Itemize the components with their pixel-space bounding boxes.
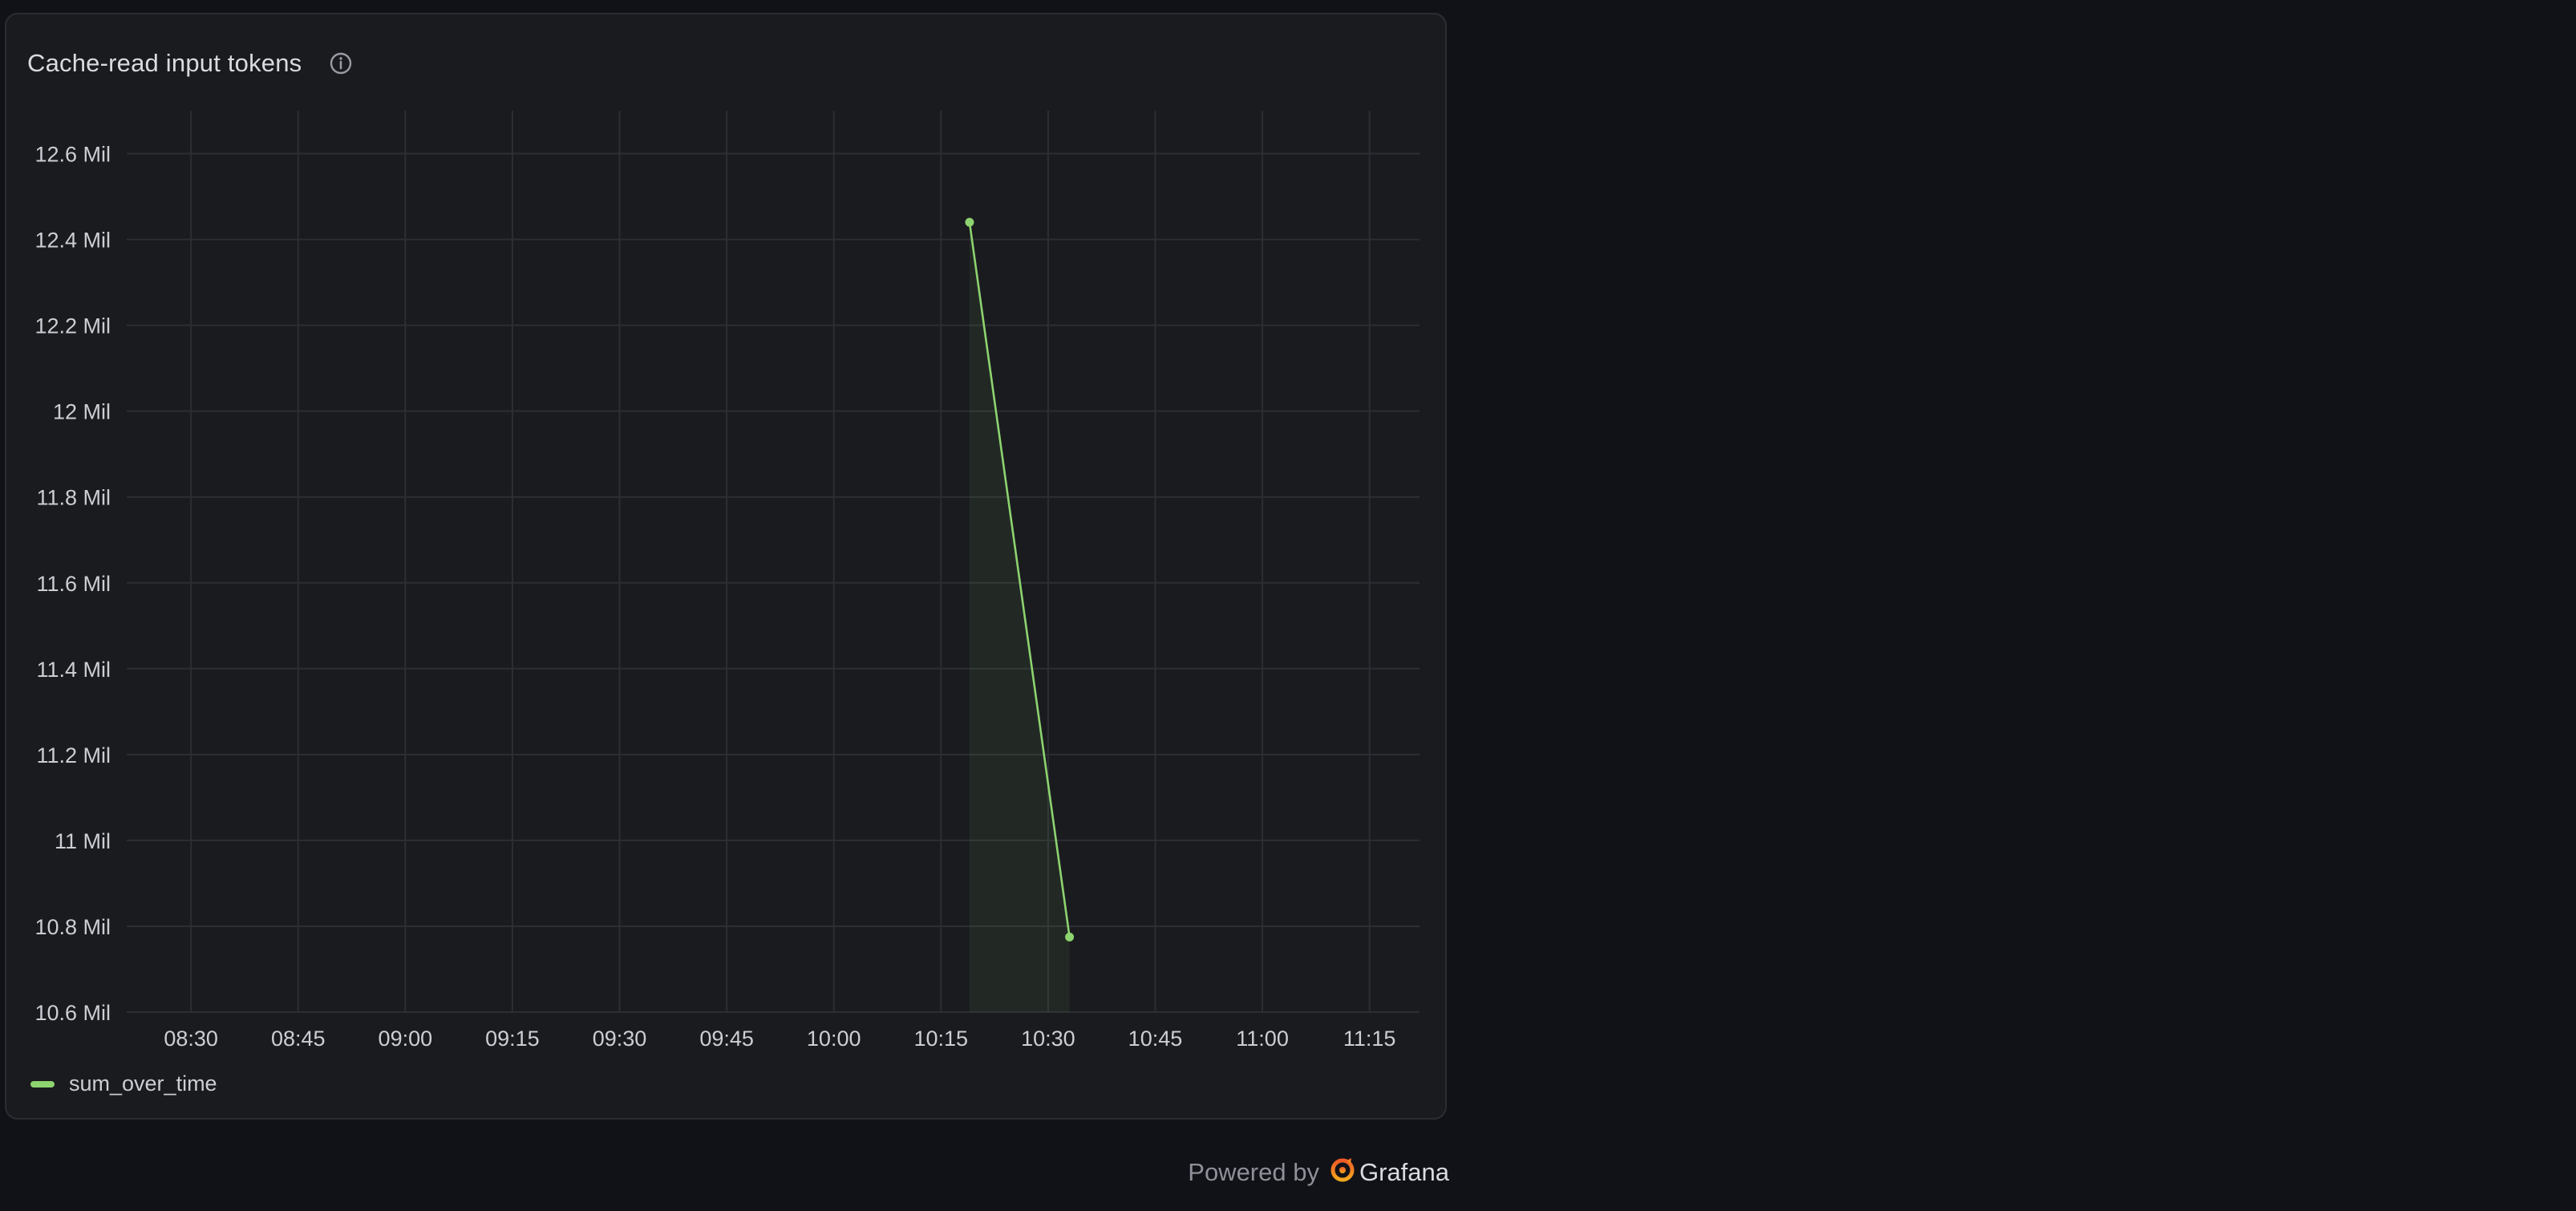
grafana-brand: Grafana — [1359, 1157, 1449, 1186]
x-tick-label: 11:15 — [1343, 1027, 1396, 1051]
y-tick-label: 11.6 Mil — [36, 572, 111, 596]
x-tick-label: 11:00 — [1236, 1027, 1289, 1051]
y-tick-label: 12.6 Mil — [34, 143, 111, 167]
data-point — [965, 217, 974, 227]
legend-item-sum-over-time[interactable]: sum_over_time — [30, 1071, 217, 1096]
y-tick-label: 12.2 Mil — [34, 314, 111, 338]
powered-by-text: Powered by — [1188, 1157, 1319, 1186]
y-tick-label: 11 Mil — [55, 829, 111, 853]
y-tick-label: 10.8 Mil — [34, 915, 111, 939]
x-tick-label: 08:45 — [271, 1027, 326, 1051]
y-tick-label: 12 Mil — [53, 400, 111, 424]
legend-swatch — [30, 1080, 55, 1087]
legend-label: sum_over_time — [69, 1071, 217, 1096]
x-tick-label: 10:15 — [914, 1027, 969, 1051]
x-tick-label: 08:30 — [164, 1027, 218, 1051]
y-tick-label: 12.4 Mil — [34, 229, 111, 253]
x-tick-label: 09:00 — [379, 1027, 433, 1051]
x-tick-label: 10:45 — [1128, 1027, 1183, 1051]
x-tick-label: 09:30 — [593, 1027, 647, 1051]
series-area — [969, 222, 1070, 1013]
time-series-chart[interactable]: 10.6 Mil 10.8 Mil 11 Mil 11.2 Mil 11.4 Mil 11… — [6, 14, 1447, 1120]
grafana-logo-icon — [1329, 1156, 1356, 1188]
y-tick-label: 11.8 Mil — [36, 486, 111, 510]
y-tick-label: 11.4 Mil — [36, 658, 111, 682]
powered-by-footer[interactable]: Powered by Grafana — [1188, 1156, 1449, 1188]
chart-panel: Cache-read input tokens 10.6 Mil 10.8 Mil… — [5, 13, 1447, 1120]
x-tick-label: 10:30 — [1021, 1027, 1075, 1051]
x-tick-label: 09:15 — [485, 1027, 540, 1051]
data-point — [1065, 932, 1075, 942]
x-tick-label: 10:00 — [807, 1027, 861, 1051]
y-tick-label: 10.6 Mil — [34, 1001, 111, 1025]
x-tick-label: 09:45 — [699, 1027, 754, 1051]
y-tick-label: 11.2 Mil — [36, 743, 111, 768]
